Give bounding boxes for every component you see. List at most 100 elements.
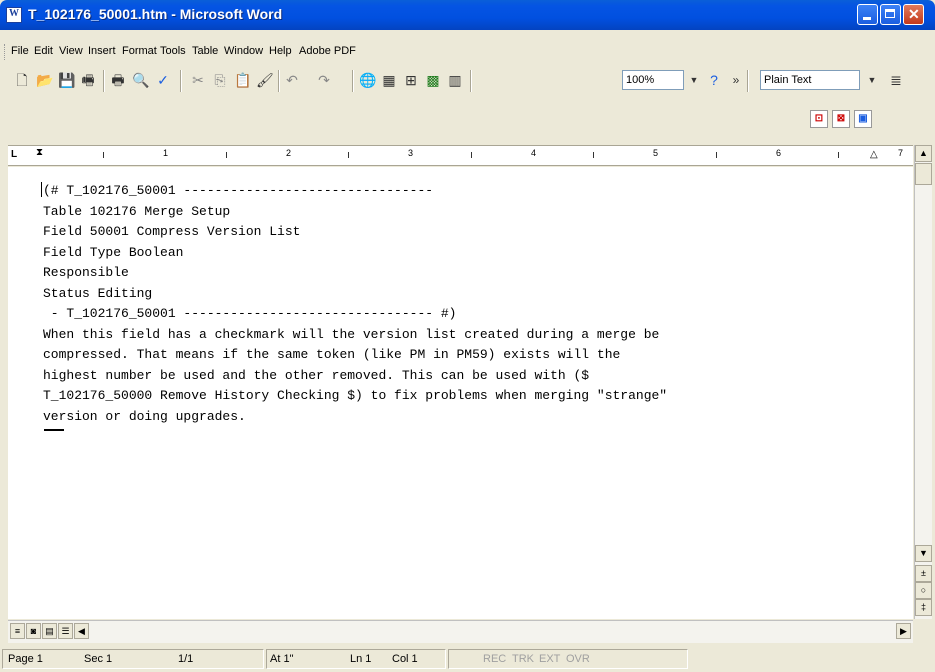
indent-marker[interactable]: ⧗ <box>36 147 43 158</box>
ruler-tick <box>103 152 104 158</box>
document-text[interactable]: (# T_102176_50001 ----------------------… <box>43 181 667 427</box>
outline-view-icon[interactable]: ☰ <box>58 623 73 639</box>
more-icon[interactable]: » <box>728 72 744 88</box>
separator <box>747 70 749 92</box>
maximize-button[interactable] <box>880 4 901 25</box>
scroll-right-icon[interactable]: ▶ <box>896 623 911 639</box>
style-dropdown-icon[interactable]: ▼ <box>864 72 880 88</box>
status-section: Sec 1 <box>84 653 113 665</box>
tables-borders-icon[interactable]: ▦ <box>381 72 397 88</box>
horizontal-ruler[interactable]: L ⧗ 1 2 3 4 5 6 7 △ <box>8 145 913 166</box>
vertical-scrollbar[interactable]: ▲ ▼ ± ○ ‡ <box>914 145 932 619</box>
scroll-left-icon[interactable]: ◀ <box>74 623 89 639</box>
menu-view[interactable]: View <box>59 45 83 57</box>
insert-excel-icon[interactable]: ▩ <box>425 72 441 88</box>
doc-line: Responsible <box>43 265 129 280</box>
status-rec[interactable]: REC <box>483 653 506 665</box>
zoom-value: 100% <box>626 74 655 86</box>
new-icon[interactable]: 🗋 <box>14 72 30 88</box>
standard-toolbar: 🗋 📂 💾 🖷 🖶 🔍 ✓ ✂ ⎘ 📋 🖌 ↶ ↷ 🌐 ▦ ⊞ ▩ ▥ 100%… <box>0 62 935 98</box>
convert-pdf-email-icon[interactable]: ⊠ <box>832 110 850 128</box>
copy-icon[interactable]: ⎘ <box>212 72 228 88</box>
doc-line: Status Editing <box>43 285 153 301</box>
end-of-document-mark <box>44 429 64 431</box>
convert-pdf-icon[interactable]: ⊡ <box>810 110 828 128</box>
status-at: At 1" <box>270 653 294 665</box>
menu-window[interactable]: Window <box>224 45 263 57</box>
scroll-up-icon[interactable]: ▲ <box>915 145 932 162</box>
print-layout-view-icon[interactable]: ▤ <box>42 623 57 639</box>
doc-line: version or doing upgrades. <box>43 408 246 424</box>
insert-table-icon[interactable]: ⊞ <box>403 72 419 88</box>
zoom-select[interactable]: 100% <box>622 70 684 90</box>
menu-grip <box>4 44 8 60</box>
ruler-tick <box>226 152 227 158</box>
separator <box>180 70 182 92</box>
columns-icon[interactable]: ▥ <box>447 72 463 88</box>
separator <box>352 70 354 92</box>
next-page-icon[interactable]: ‡ <box>915 599 932 616</box>
ruler-label: 6 <box>776 148 782 158</box>
status-trk[interactable]: TRK <box>512 653 534 665</box>
right-indent-marker[interactable]: △ <box>870 149 878 160</box>
pdf-toolbar: ⊡ ⊠ ▣ <box>0 98 935 132</box>
separator <box>470 70 472 92</box>
cut-icon[interactable]: ✂ <box>190 72 206 88</box>
menu-format[interactable]: Format <box>122 45 157 57</box>
web-layout-view-icon[interactable]: ◙ <box>26 623 41 639</box>
ruler-label: 3 <box>408 148 414 158</box>
document-area[interactable]: (# T_102176_50001 ----------------------… <box>8 167 913 619</box>
doc-line: - T_102176_50001 -----------------------… <box>43 306 457 321</box>
ruler-tick <box>593 152 594 158</box>
menu-file[interactable]: File <box>11 45 29 57</box>
ruler-label: 2 <box>286 148 292 158</box>
menu-insert[interactable]: Insert <box>88 45 116 57</box>
doc-line: Field 50001 Compress Version List <box>43 224 301 239</box>
previous-page-icon[interactable]: ± <box>915 565 932 582</box>
permission-icon[interactable]: 🖷 <box>80 72 96 88</box>
align-icon[interactable]: ≣ <box>888 72 904 88</box>
doc-line: Table 102176 Merge Setup <box>43 203 231 219</box>
open-icon[interactable]: 📂 <box>36 72 53 88</box>
title-bar: T_102176_50001.htm - Microsoft Word <box>0 0 935 30</box>
tab-selector[interactable]: L <box>11 149 17 160</box>
zoom-dropdown-icon[interactable]: ▼ <box>686 72 702 88</box>
normal-view-icon[interactable]: ≡ <box>10 623 25 639</box>
status-line: Ln 1 <box>350 653 372 665</box>
menu-help[interactable]: Help <box>269 45 292 57</box>
menu-tools[interactable]: Tools <box>160 45 186 57</box>
close-button[interactable] <box>903 4 924 25</box>
help-icon[interactable]: ? <box>706 72 722 88</box>
status-ext[interactable]: EXT <box>539 653 560 665</box>
menu-edit[interactable]: Edit <box>34 45 53 57</box>
status-bar: Page 1 Sec 1 1/1 At 1" Ln 1 Col 1 REC TR… <box>0 647 935 672</box>
word-app-icon[interactable] <box>6 7 22 23</box>
paste-icon[interactable]: 📋 <box>234 72 251 88</box>
undo-icon[interactable]: ↶ <box>284 72 300 88</box>
hyperlink-icon[interactable]: 🌐 <box>359 72 376 88</box>
doc-line: When this field has a checkmark will the… <box>43 326 660 342</box>
style-select[interactable]: Plain Text <box>760 70 860 90</box>
pdf-review-icon[interactable]: ▣ <box>854 110 872 128</box>
redo-icon[interactable]: ↷ <box>316 72 332 88</box>
print-icon[interactable]: 🖶 <box>110 72 126 88</box>
doc-line: Field Type Boolean <box>43 244 184 260</box>
ruler-label: 4 <box>531 148 537 158</box>
format-painter-icon[interactable]: 🖌 <box>256 72 274 88</box>
status-ovr[interactable]: OVR <box>566 653 590 665</box>
ruler-tick <box>348 152 349 158</box>
scroll-thumb[interactable] <box>915 163 932 185</box>
doc-line: highest number be used and the other rem… <box>43 367 590 383</box>
status-page: Page 1 <box>8 653 43 665</box>
menu-bar: File Edit View Insert Format Tools Table… <box>0 42 935 62</box>
save-icon[interactable]: 💾 <box>58 72 75 88</box>
menu-adobe-pdf[interactable]: Adobe PDF <box>299 45 356 57</box>
print-preview-icon[interactable]: 🔍 <box>132 72 149 88</box>
scroll-down-icon[interactable]: ▼ <box>915 545 932 562</box>
menu-table[interactable]: Table <box>192 45 218 57</box>
minimize-button[interactable] <box>857 4 878 25</box>
spelling-icon[interactable]: ✓ <box>155 72 171 88</box>
horizontal-scrollbar[interactable]: ≡ ◙ ▤ ☰ ◀ ▶ <box>8 620 913 643</box>
window-title: T_102176_50001.htm - Microsoft Word <box>28 6 283 22</box>
select-browse-object-icon[interactable]: ○ <box>915 582 932 599</box>
